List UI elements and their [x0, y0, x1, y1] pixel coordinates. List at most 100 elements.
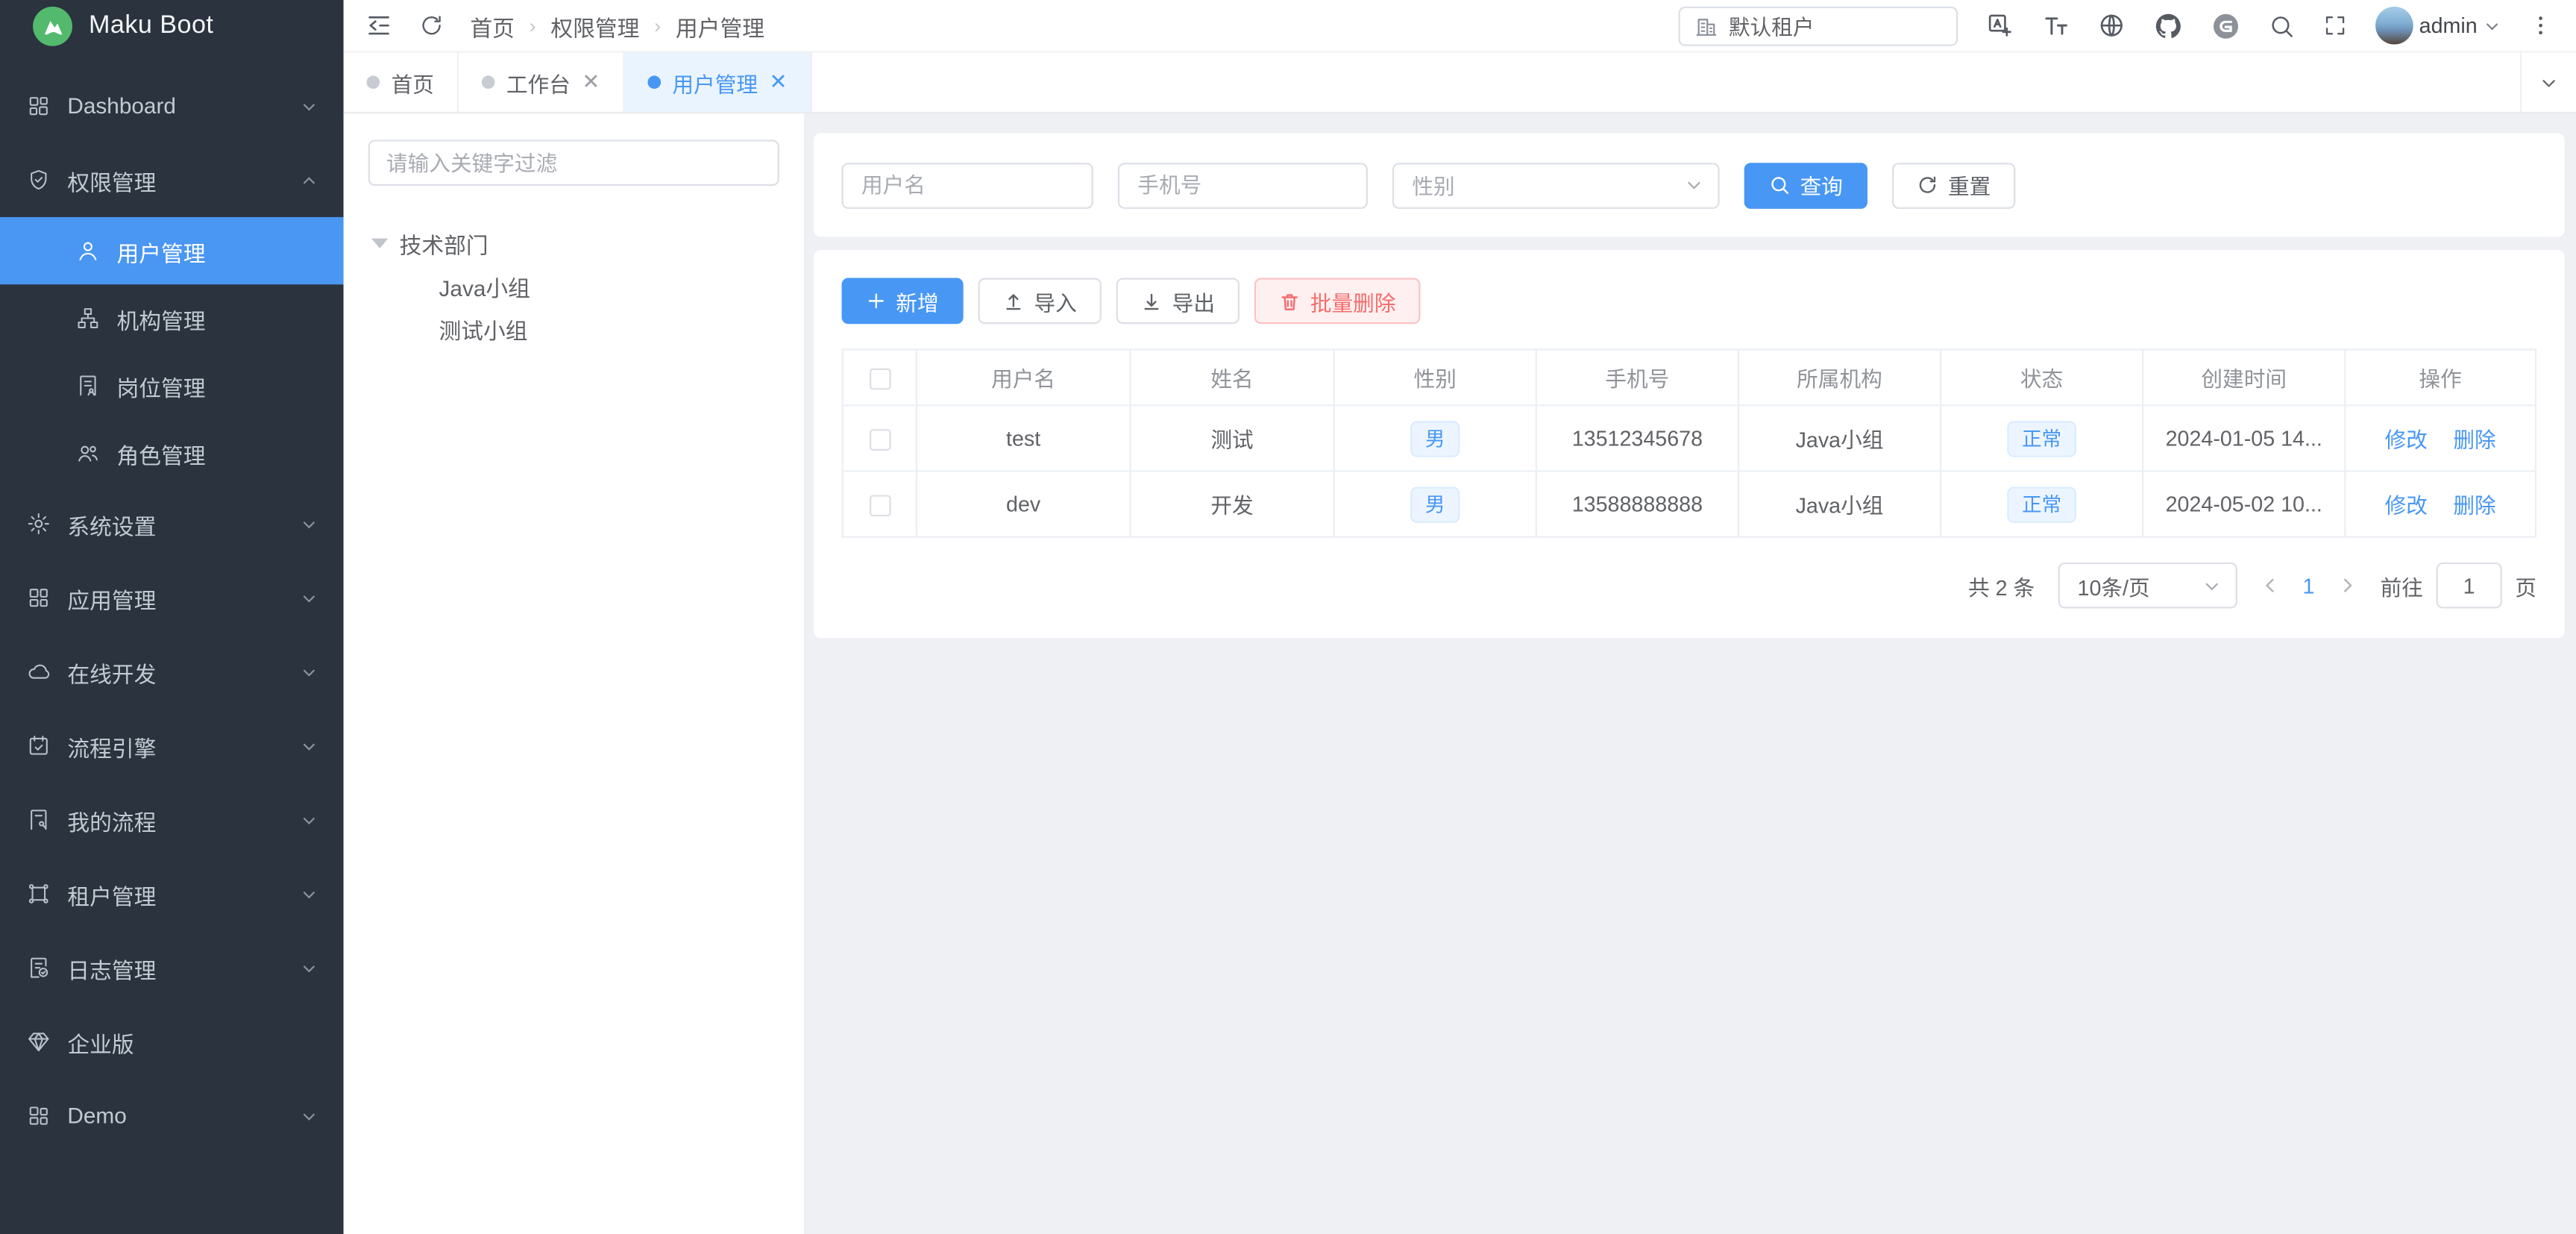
cell-mobile: 13512345678 — [1536, 405, 1738, 471]
search-button[interactable] — [2268, 13, 2294, 39]
my-flow-icon — [26, 807, 51, 832]
sidebar-item-my-flow[interactable]: 我的流程 — [0, 783, 344, 856]
dashboard-icon — [26, 94, 51, 119]
delete-link[interactable]: 删除 — [2453, 493, 2495, 518]
row-checkbox[interactable] — [869, 495, 890, 517]
breadcrumb-permission[interactable]: 权限管理 — [550, 9, 639, 42]
fullscreen-icon — [2322, 13, 2347, 38]
batch-delete-button[interactable]: 批量删除 — [1254, 278, 1421, 325]
trash-icon — [1279, 290, 1301, 312]
goto-label: 前往 — [2381, 570, 2423, 601]
sidebar-item-permission[interactable]: 权限管理 — [0, 143, 344, 217]
sidebar-item-post-management[interactable]: 岗位管理 — [0, 352, 344, 419]
table-header-row: 用户名 姓名 性别 手机号 所属机构 状态 创建时间 操作 — [843, 349, 2536, 405]
chevron-down-icon — [301, 812, 317, 828]
col-gender: 性别 — [1334, 349, 1536, 405]
log-icon — [26, 956, 51, 980]
sidebar-item-user-management[interactable]: 用户管理 — [0, 217, 344, 284]
export-button[interactable]: 导出 — [1116, 278, 1240, 325]
select-all-checkbox[interactable] — [869, 369, 890, 390]
tree-node-root[interactable]: 技术部门 — [368, 222, 779, 265]
upload-icon — [1003, 290, 1025, 312]
github-button[interactable] — [2153, 10, 2183, 40]
chevron-down-icon — [301, 886, 317, 902]
topbar: 首页 › 权限管理 › 用户管理 默认租户 — [344, 0, 2576, 53]
org-tree-panel: 技术部门 Java小组 测试小组 — [344, 113, 804, 1234]
sidebar-item-log-management[interactable]: 日志管理 — [0, 931, 344, 1005]
reset-button[interactable]: 重置 — [1892, 162, 2015, 208]
tab-home[interactable]: 首页 — [344, 53, 459, 112]
sidebar-item-system-settings[interactable]: 系统设置 — [0, 486, 344, 560]
import-button[interactable]: 导入 — [978, 278, 1102, 325]
sidebar-item-online-dev[interactable]: 在线开发 — [0, 635, 344, 709]
page-number-current[interactable]: 1 — [2302, 573, 2314, 598]
delete-link[interactable]: 删除 — [2453, 427, 2495, 452]
sidebar-item-flow-engine[interactable]: 流程引擎 — [0, 709, 344, 783]
query-button[interactable]: 查询 — [1744, 162, 1867, 208]
sidebar-item-app-management[interactable]: 应用管理 — [0, 561, 344, 635]
chevron-down-icon — [301, 1108, 317, 1124]
tab-close-icon[interactable]: ✕ — [582, 69, 600, 95]
breadcrumb-home[interactable]: 首页 — [470, 9, 515, 42]
chevron-down-icon — [2484, 17, 2501, 34]
gitee-button[interactable] — [2211, 10, 2240, 40]
caret-down-icon[interactable] — [371, 239, 388, 248]
username-input[interactable] — [842, 162, 1093, 208]
tab-workbench[interactable]: 工作台 ✕ — [459, 53, 624, 112]
search-icon — [1769, 175, 1791, 196]
goto-page-input[interactable] — [2437, 563, 2502, 609]
col-realname: 姓名 — [1130, 349, 1333, 405]
i18n-button[interactable] — [1985, 11, 2013, 39]
sidebar-item-enterprise[interactable]: 企业版 — [0, 1005, 344, 1079]
tree-filter-input[interactable] — [368, 140, 779, 186]
settings-kebab-button[interactable] — [2528, 13, 2553, 38]
user-menu[interactable]: admin — [2375, 7, 2500, 45]
sidebar-item-role-management[interactable]: 角色管理 — [0, 419, 344, 486]
user-table: 用户名 姓名 性别 手机号 所属机构 状态 创建时间 操作 — [842, 348, 2537, 537]
sidebar-item-tenant-management[interactable]: 租户管理 — [0, 856, 344, 930]
col-username: 用户名 — [917, 349, 1131, 405]
gender-select[interactable]: 性别 — [1392, 162, 1720, 208]
pagination-total: 共 2 条 — [1968, 570, 2035, 601]
language-button[interactable] — [2097, 11, 2125, 39]
font-size-button[interactable] — [2041, 11, 2069, 39]
cell-create-time: 2024-01-05 14... — [2143, 405, 2345, 471]
sidebar-fold-button[interactable] — [365, 11, 392, 39]
fullscreen-button[interactable] — [2322, 13, 2347, 38]
tab-actions-dropdown[interactable] — [2520, 53, 2576, 112]
refresh-right-icon — [1917, 175, 1938, 196]
tab-close-icon[interactable]: ✕ — [769, 69, 787, 95]
fold-icon — [365, 11, 392, 39]
tenant-select[interactable]: 默认租户 — [1678, 6, 1958, 46]
mobile-input[interactable] — [1118, 162, 1368, 208]
row-checkbox[interactable] — [869, 429, 890, 451]
chevron-down-icon — [301, 516, 317, 532]
chevron-left-icon — [2260, 575, 2279, 595]
col-actions: 操作 — [2345, 349, 2536, 405]
tab-dot — [482, 75, 495, 89]
user-table-card: 新增 导入 导出 批量删除 — [814, 250, 2564, 638]
sidebar-item-dashboard[interactable]: Dashboard — [0, 69, 344, 143]
chevron-down-icon — [301, 959, 317, 976]
refresh-button[interactable] — [419, 13, 444, 38]
next-page-button[interactable] — [2337, 575, 2357, 595]
cell-mobile: 13588888888 — [1536, 472, 1738, 537]
col-org: 所属机构 — [1738, 349, 1941, 405]
edit-link[interactable]: 修改 — [2385, 427, 2428, 452]
tree-node-child[interactable]: Java小组 — [368, 265, 779, 307]
page-size-select[interactable]: 10条/页 — [2058, 563, 2237, 609]
prev-page-button[interactable] — [2260, 575, 2279, 595]
cell-realname: 测试 — [1130, 405, 1333, 471]
tenant-icon — [26, 881, 51, 906]
edit-link[interactable]: 修改 — [2385, 493, 2428, 518]
add-button[interactable]: 新增 — [842, 278, 964, 325]
tab-user-management[interactable]: 用户管理 ✕ — [624, 53, 811, 112]
sidebar-item-org-management[interactable]: 机构管理 — [0, 284, 344, 351]
select-all-cell — [843, 349, 917, 405]
avatar — [2375, 7, 2413, 45]
chevron-down-icon — [1685, 176, 1703, 194]
tree-node-child[interactable]: 测试小组 — [368, 307, 779, 350]
app-root: Maku Boot Dashboard 权限管理 用户管理 机构管理 — [0, 0, 2576, 1234]
sidebar-item-demo[interactable]: Demo — [0, 1079, 344, 1153]
gender-tag: 男 — [1410, 486, 1460, 522]
